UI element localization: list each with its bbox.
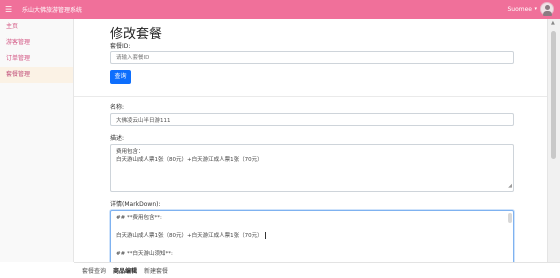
package-id-label: 套餐ID: bbox=[110, 43, 131, 50]
page-title: 修改套餐 bbox=[110, 27, 163, 42]
details-line: 白天游山成人票1张（80元）+白天游江成人票1张（70元） bbox=[116, 232, 508, 241]
tab-package-query[interactable]: 套餐查询 bbox=[82, 266, 106, 275]
scroll-up-icon[interactable]: ▲ bbox=[551, 20, 555, 26]
description-line: 费用包含： bbox=[116, 149, 144, 155]
description-textarea[interactable]: 费用包含： 白天游山成人票1张（80元）+白天游江成人票1张（70元） ◢ bbox=[110, 144, 514, 192]
divider bbox=[74, 96, 548, 97]
text-cursor bbox=[264, 232, 266, 239]
page-scrollbar[interactable]: ▲ bbox=[547, 19, 560, 262]
user-name[interactable]: Suomee bbox=[507, 6, 532, 13]
top-navbar: ☰ 乐山大佛旅游管理系统 Suomee ▾ bbox=[0, 0, 560, 19]
description-label: 描述: bbox=[110, 135, 125, 142]
details-line: ## **费用包含**: bbox=[116, 215, 162, 221]
details-line-text: 白天游山成人票1张（80元）+白天游江成人票1张（70元） bbox=[116, 233, 263, 239]
details-markdown-textarea[interactable]: ## **费用包含**: 白天游山成人票1张（80元）+白天游江成人票1张（70… bbox=[110, 210, 514, 262]
details-line bbox=[116, 241, 508, 250]
name-input[interactable] bbox=[110, 113, 514, 126]
sidebar-item-home[interactable]: 主页 bbox=[0, 19, 73, 35]
details-line: ## **白天游山须知**: bbox=[116, 251, 173, 257]
resize-handle-icon[interactable]: ◢ bbox=[508, 182, 512, 190]
menu-toggle-icon[interactable]: ☰ bbox=[5, 5, 19, 14]
description-line: 白天游山成人票1张（80元）+白天游江成人票1张（70元） bbox=[116, 157, 263, 163]
avatar[interactable] bbox=[540, 2, 554, 16]
scrollbar-thumb[interactable] bbox=[551, 31, 556, 159]
query-button[interactable]: 查询 bbox=[110, 70, 131, 84]
sidebar-item-orders[interactable]: 订单管理 bbox=[0, 51, 73, 67]
user-dropdown-icon[interactable]: ▾ bbox=[534, 6, 537, 12]
tab-new-package[interactable]: 新建套餐 bbox=[144, 266, 168, 275]
package-id-input[interactable] bbox=[110, 51, 514, 64]
details-label: 详情(MarkDown): bbox=[110, 201, 161, 208]
textarea-scrollbar[interactable] bbox=[508, 213, 512, 223]
tab-product-edit[interactable]: 商品编辑 bbox=[113, 266, 137, 275]
app-title[interactable]: 乐山大佛旅游管理系统 bbox=[22, 5, 82, 14]
main-content: 修改套餐 套餐ID: 查询 名称: 描述: 费用包含： 白天游山成人票1张（80… bbox=[74, 19, 548, 262]
sidebar-item-tourists[interactable]: 游客管理 bbox=[0, 35, 73, 51]
bottom-tab-bar: 套餐查询 商品编辑 新建套餐 bbox=[74, 262, 560, 278]
sidebar: 主页 游客管理 订单管理 套餐管理 bbox=[0, 19, 74, 262]
details-line bbox=[116, 223, 508, 232]
sidebar-item-packages[interactable]: 套餐管理 bbox=[0, 67, 73, 83]
name-label: 名称: bbox=[110, 104, 125, 111]
